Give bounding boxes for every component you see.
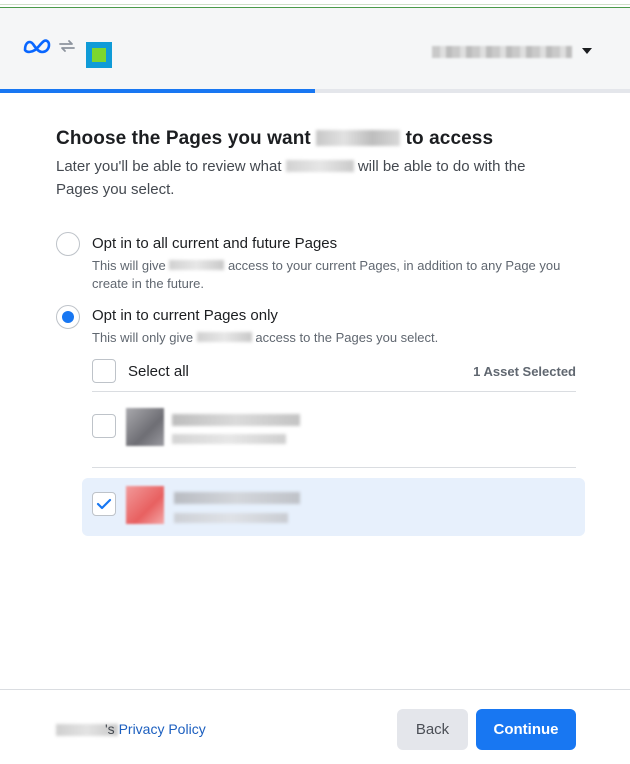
option-current-pages-description: This will only give access to the Pages … xyxy=(92,329,592,347)
footer: 's Privacy Policy Back Continue xyxy=(0,689,630,764)
page-title: Choose the Pages you want to access xyxy=(56,128,493,150)
desc-text-start: This will only give xyxy=(92,330,194,345)
radio-selected-dot xyxy=(62,311,74,323)
option-all-pages-description: This will give access to your current Pa… xyxy=(92,257,592,293)
progress-fill xyxy=(0,89,315,93)
page-category-redacted xyxy=(172,434,286,444)
app-name-redacted xyxy=(285,160,354,172)
meta-logo-icon xyxy=(23,39,51,54)
app-icon xyxy=(86,42,112,68)
privacy-policy-link[interactable]: Privacy Policy xyxy=(119,721,206,737)
title-text-start: Choose the Pages you want xyxy=(56,128,311,149)
select-all-checkbox[interactable] xyxy=(92,359,116,383)
page-avatar xyxy=(126,408,164,446)
page-checkbox-checked[interactable] xyxy=(92,492,116,516)
chevron-down-icon[interactable] xyxy=(582,48,592,54)
page-name-redacted xyxy=(174,492,300,504)
swap-arrows-icon xyxy=(59,40,75,52)
app-name-redacted xyxy=(316,130,401,146)
radio-current-pages[interactable] xyxy=(56,305,80,329)
title-text-end: to access xyxy=(405,128,494,149)
desc-text-start: This will give xyxy=(92,258,166,273)
back-button[interactable]: Back xyxy=(397,709,468,750)
desc-text-end: access to the Pages you select. xyxy=(255,330,439,345)
selected-count: 1 Asset Selected xyxy=(473,364,576,379)
page-checkbox[interactable] xyxy=(92,414,116,438)
checkmark-icon xyxy=(96,498,112,510)
privacy-policy-text: 's Privacy Policy xyxy=(105,721,206,737)
account-name-redacted[interactable] xyxy=(432,46,572,58)
continue-button[interactable]: Continue xyxy=(476,709,576,750)
possessive-suffix: 's xyxy=(105,721,119,737)
progress-track xyxy=(0,89,630,93)
app-name-redacted xyxy=(196,332,252,342)
header-bar xyxy=(0,8,630,91)
divider xyxy=(92,391,576,392)
app-name-redacted xyxy=(169,260,225,270)
top-border xyxy=(0,4,630,5)
page-subtitle: Later you'll be able to review what will… xyxy=(56,155,556,201)
subtitle-text-start: Later you'll be able to review what xyxy=(56,158,282,175)
page-name-redacted xyxy=(172,414,300,426)
divider xyxy=(92,467,576,468)
select-all-label[interactable]: Select all xyxy=(128,363,189,380)
page-avatar xyxy=(126,486,164,524)
radio-all-pages[interactable] xyxy=(56,232,80,256)
page-category-redacted xyxy=(174,513,288,523)
option-current-pages-label[interactable]: Opt in to current Pages only xyxy=(92,307,278,324)
option-all-pages-label[interactable]: Opt in to all current and future Pages xyxy=(92,235,337,252)
